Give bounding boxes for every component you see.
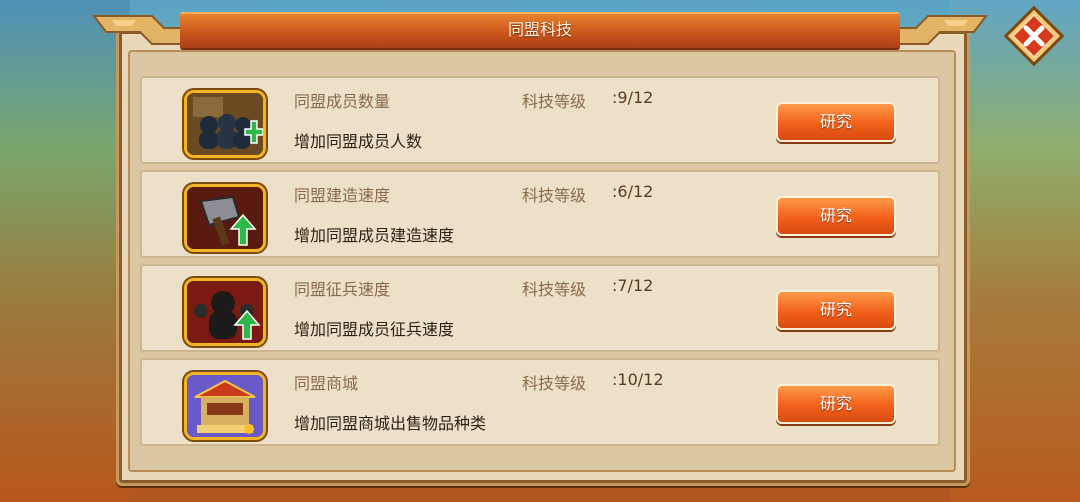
tech-level-value: :10/12: [612, 370, 664, 389]
close-button[interactable]: [1003, 5, 1065, 67]
tech-row-member-count: 同盟成员数量 科技等级 :9/12 增加同盟成员人数 研究: [140, 76, 940, 164]
member-count-icon: [184, 90, 266, 158]
research-button[interactable]: 研究: [776, 102, 896, 142]
tech-row-shop: 同盟商城 科技等级 :10/12 增加同盟商城出售物品种类 研究: [140, 358, 940, 446]
close-icon: [1003, 5, 1065, 67]
tech-name: 同盟建造速度: [294, 186, 391, 205]
tech-level-value: :6/12: [612, 182, 654, 201]
tech-description: 增加同盟商城出售物品种类: [294, 414, 487, 433]
tech-row-recruit-speed: 同盟征兵速度 科技等级 :7/12 增加同盟成员征兵速度 研究: [140, 264, 940, 352]
tech-level-label: 科技等级: [522, 186, 587, 205]
tech-level-label: 科技等级: [522, 92, 587, 111]
background-left: [0, 0, 130, 502]
tech-level-label: 科技等级: [522, 280, 587, 299]
page-title: 同盟科技: [507, 20, 572, 39]
recruit-speed-icon: [184, 278, 266, 346]
tech-description: 增加同盟成员人数: [294, 132, 423, 151]
tech-row-build-speed: 同盟建造速度 科技等级 :6/12 增加同盟成员建造速度 研究: [140, 170, 940, 258]
research-button[interactable]: 研究: [776, 384, 896, 424]
tech-name: 同盟商城: [294, 374, 359, 393]
tech-name: 同盟征兵速度: [294, 280, 391, 299]
tech-description: 增加同盟成员建造速度: [294, 226, 455, 245]
tech-name: 同盟成员数量: [294, 92, 391, 111]
tech-level-label: 科技等级: [522, 374, 587, 393]
research-button[interactable]: 研究: [776, 196, 896, 236]
shop-icon: [184, 372, 266, 440]
research-button[interactable]: 研究: [776, 290, 896, 330]
tech-level-value: :9/12: [612, 88, 654, 107]
tech-level-value: :7/12: [612, 276, 654, 295]
build-speed-icon: [184, 184, 266, 252]
tech-description: 增加同盟成员征兵速度: [294, 320, 455, 339]
